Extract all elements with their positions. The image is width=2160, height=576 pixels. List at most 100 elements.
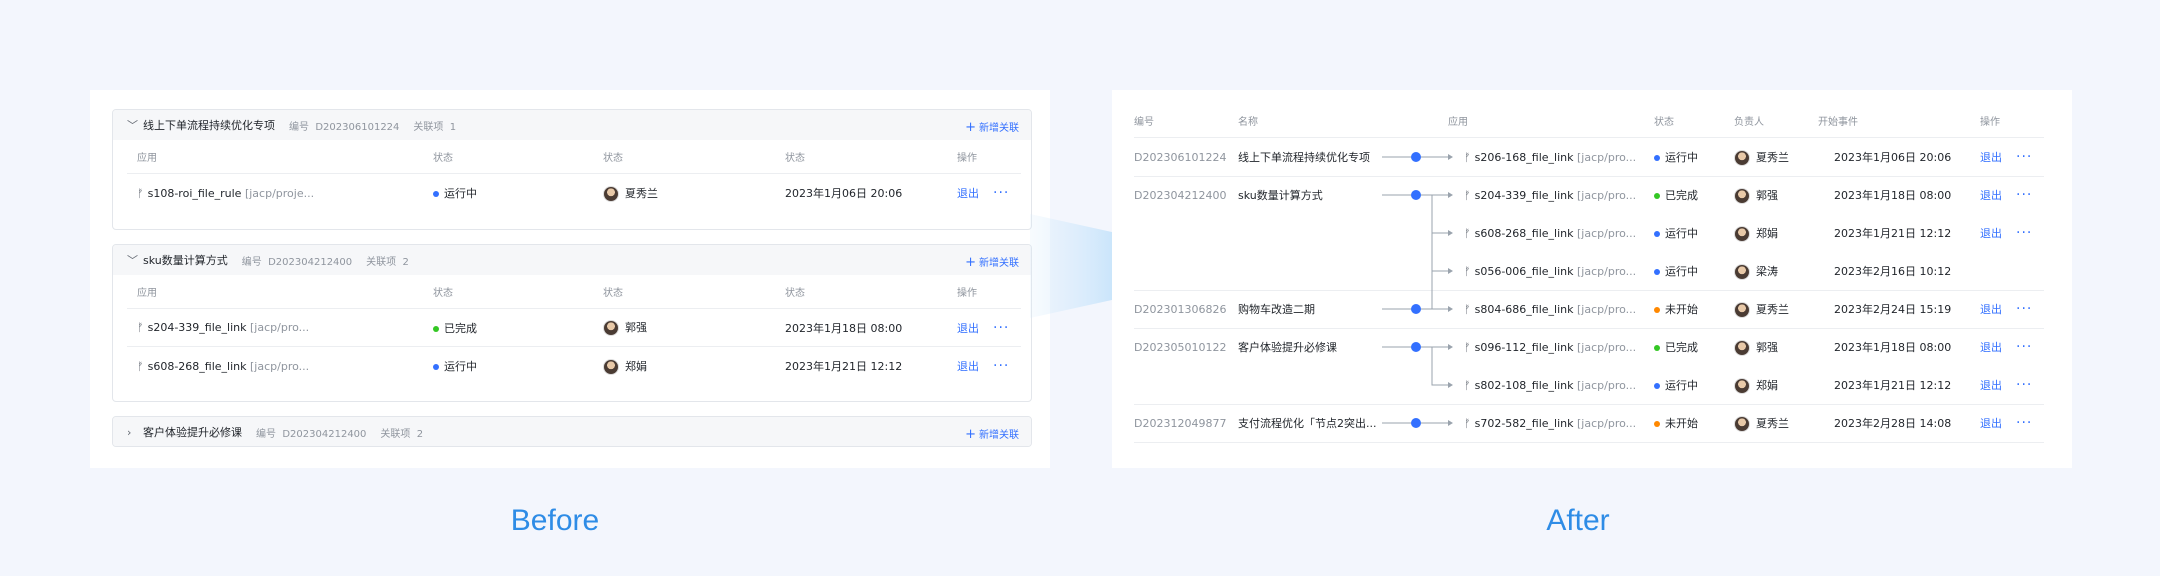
owner-cell: 郭强 (603, 319, 785, 336)
exit-button[interactable]: 退出 (1980, 415, 2002, 431)
avatar (1734, 415, 1750, 432)
more-icon[interactable]: ··· (2016, 225, 2032, 241)
ops-cell: 退出 ··· (1980, 377, 2044, 393)
exit-button[interactable]: 退出 (957, 358, 979, 374)
exit-button[interactable]: 退出 (1980, 301, 2002, 317)
ops-cell: 退出 ··· (957, 358, 1021, 374)
exit-button[interactable]: 退出 (1980, 149, 2002, 165)
more-icon[interactable]: ··· (2016, 187, 2032, 203)
app-cell[interactable]: ᚠ s096-112_file_link [jacp/pro... (1448, 341, 1654, 354)
ops-cell: 退出 ··· (1980, 225, 2044, 241)
app-cell[interactable]: ᚠ s206-168_file_link [jacp/pro... (1448, 151, 1654, 164)
more-icon[interactable]: ··· (993, 320, 1009, 336)
app-cell[interactable]: ᚠ s056-006_file_link [jacp/pro... (1448, 265, 1654, 278)
more-icon[interactable]: ··· (993, 185, 1009, 201)
after-caption: After (1546, 504, 1610, 537)
code-cell: D202306101224 (1134, 150, 1227, 164)
group-card: ﹀ 线上下单流程持续优化专项 编号 D202306101224 关联项 1 + 新… (112, 109, 1032, 230)
avatar (1734, 339, 1750, 356)
code-cell: D202301306826 (1134, 302, 1227, 316)
app-cell[interactable]: ᚠ s608-268_file_link [jacp/pro... (137, 360, 433, 373)
table-row: ᚠ s608-268_file_link [jacp/pro... 运行中 郑娟 202… (1134, 214, 2044, 252)
ops-cell: 退出 ··· (1980, 301, 2044, 317)
app-cell[interactable]: ᚠ s608-268_file_link [jacp/pro... (1448, 227, 1654, 240)
before-caption: Before (510, 504, 600, 537)
branch-icon: ᚠ (1464, 340, 1471, 354)
status-dot (433, 364, 439, 370)
time-cell: 2023年1月06日 20:06 (1834, 151, 1952, 164)
more-icon[interactable]: ··· (2016, 301, 2032, 317)
status-dot (1654, 155, 1660, 161)
group-header[interactable]: › 客户体验提升必修课 编号 D202304212400 关联项 2 + 新增关联 (113, 417, 1031, 446)
exit-button[interactable]: 退出 (1980, 225, 2002, 241)
column-header: 应用 (137, 153, 157, 164)
table-row: ᚠ s802-108_file_link [jacp/pro... 运行中 郑娟 202… (1134, 366, 2044, 404)
table-row: D202304212400 sku数量计算方式 ᚠ s204-339_file_lin… (1134, 176, 2044, 214)
ops-cell: 退出 ··· (957, 185, 1021, 201)
group-header[interactable]: ﹀ sku数量计算方式 编号 D202304212400 关联项 2 + 新增关联 (113, 245, 1031, 275)
owner-cell: 郑娟 (1734, 225, 1818, 242)
ops-cell: 退出 ··· (1980, 339, 2044, 355)
chevron-down-icon[interactable]: ﹀ (127, 117, 143, 133)
code-label: 编号 (241, 256, 262, 268)
owner-cell: 郭强 (1734, 187, 1818, 204)
time-cell: 2023年1月21日 12:12 (1834, 227, 1952, 240)
add-relation-button[interactable]: + 新增关联 (965, 119, 1019, 135)
app-cell[interactable]: ᚠ s804-686_file_link [jacp/pro... (1448, 303, 1654, 316)
status-dot (433, 325, 439, 332)
table-header: 应用 状态 状态 状态 操作 (127, 275, 1021, 309)
avatar (1734, 263, 1750, 280)
rel-count: 1 (449, 121, 457, 133)
table-header: 应用 状态 状态 状态 操作 (127, 140, 1021, 174)
app-cell[interactable]: ᚠ s108-roi_file_rule [jacp/proje... (137, 187, 433, 200)
app-cell[interactable]: ᚠ s802-108_file_link [jacp/pro... (1448, 379, 1654, 392)
status-dot (433, 191, 439, 197)
column-header: 操作 (957, 153, 977, 164)
chevron-down-icon[interactable]: ﹀ (127, 252, 143, 268)
add-relation-button[interactable]: + 新增关联 (965, 426, 1019, 442)
plus-icon: + (965, 120, 976, 135)
chevron-right-icon[interactable]: › (127, 426, 143, 439)
rel-label: 关联项 (380, 428, 411, 440)
status-cell: 运行中 (1654, 149, 1734, 165)
exit-button[interactable]: 退出 (1980, 187, 2002, 203)
column-header: 状态 (785, 288, 805, 299)
more-icon[interactable]: ··· (2016, 377, 2032, 393)
group-card: › 客户体验提升必修课 编号 D202304212400 关联项 2 + 新增关联 (112, 416, 1032, 447)
owner-cell: 郑娟 (603, 358, 785, 375)
more-icon[interactable]: ··· (2016, 415, 2032, 431)
ops-cell: 退出 ··· (1980, 415, 2044, 431)
column-header: 应用 (137, 288, 157, 299)
more-icon[interactable]: ··· (2016, 149, 2032, 165)
table-row: D202301306826 购物车改造二期 ᚠ s804-686_file_link … (1134, 290, 2044, 328)
code-label: 编号 (256, 428, 276, 440)
exit-button[interactable]: 退出 (957, 185, 979, 201)
avatar (1734, 377, 1750, 394)
time-cell: 2023年2月28日 14:08 (1834, 417, 1952, 430)
exit-button[interactable]: 退出 (957, 320, 979, 336)
branch-icon: ᚠ (1464, 226, 1471, 240)
ops-cell: 退出 ··· (1980, 187, 2044, 203)
code-label: 编号 (289, 121, 309, 133)
exit-button[interactable]: 退出 (1980, 377, 2002, 393)
app-cell[interactable]: ᚠ s204-339_file_link [jacp/pro... (137, 321, 433, 334)
group-title: 线上下单流程持续优化专项 (143, 119, 275, 132)
time-cell: 2023年1月18日 08:00 (1834, 189, 1952, 202)
more-icon[interactable]: ··· (993, 358, 1009, 374)
status-cell: 运行中 (1654, 263, 1734, 279)
owner-cell: 梁涛 (1734, 263, 1818, 280)
group-header[interactable]: ﹀ 线上下单流程持续优化专项 编号 D202306101224 关联项 1 + 新… (113, 110, 1031, 140)
exit-button[interactable]: 退出 (1980, 339, 2002, 355)
column-header: 状态 (603, 288, 623, 299)
status-dot (1654, 345, 1660, 351)
app-cell[interactable]: ᚠ s204-339_file_link [jacp/pro... (1448, 189, 1654, 202)
app-cell[interactable]: ᚠ s702-582_file_link [jacp/pro... (1448, 417, 1654, 430)
add-relation-button[interactable]: + 新增关联 (965, 254, 1019, 270)
group-card: ﹀ sku数量计算方式 编号 D202304212400 关联项 2 + 新增关联… (112, 244, 1032, 402)
branch-icon: ᚠ (1464, 188, 1471, 202)
more-icon[interactable]: ··· (2016, 339, 2032, 355)
status-dot (1654, 269, 1660, 275)
time-cell: 2023年1月18日 08:00 (1834, 341, 1952, 354)
status-dot (1654, 193, 1660, 199)
time-cell: 2023年2月16日 10:12 (1834, 265, 1952, 278)
